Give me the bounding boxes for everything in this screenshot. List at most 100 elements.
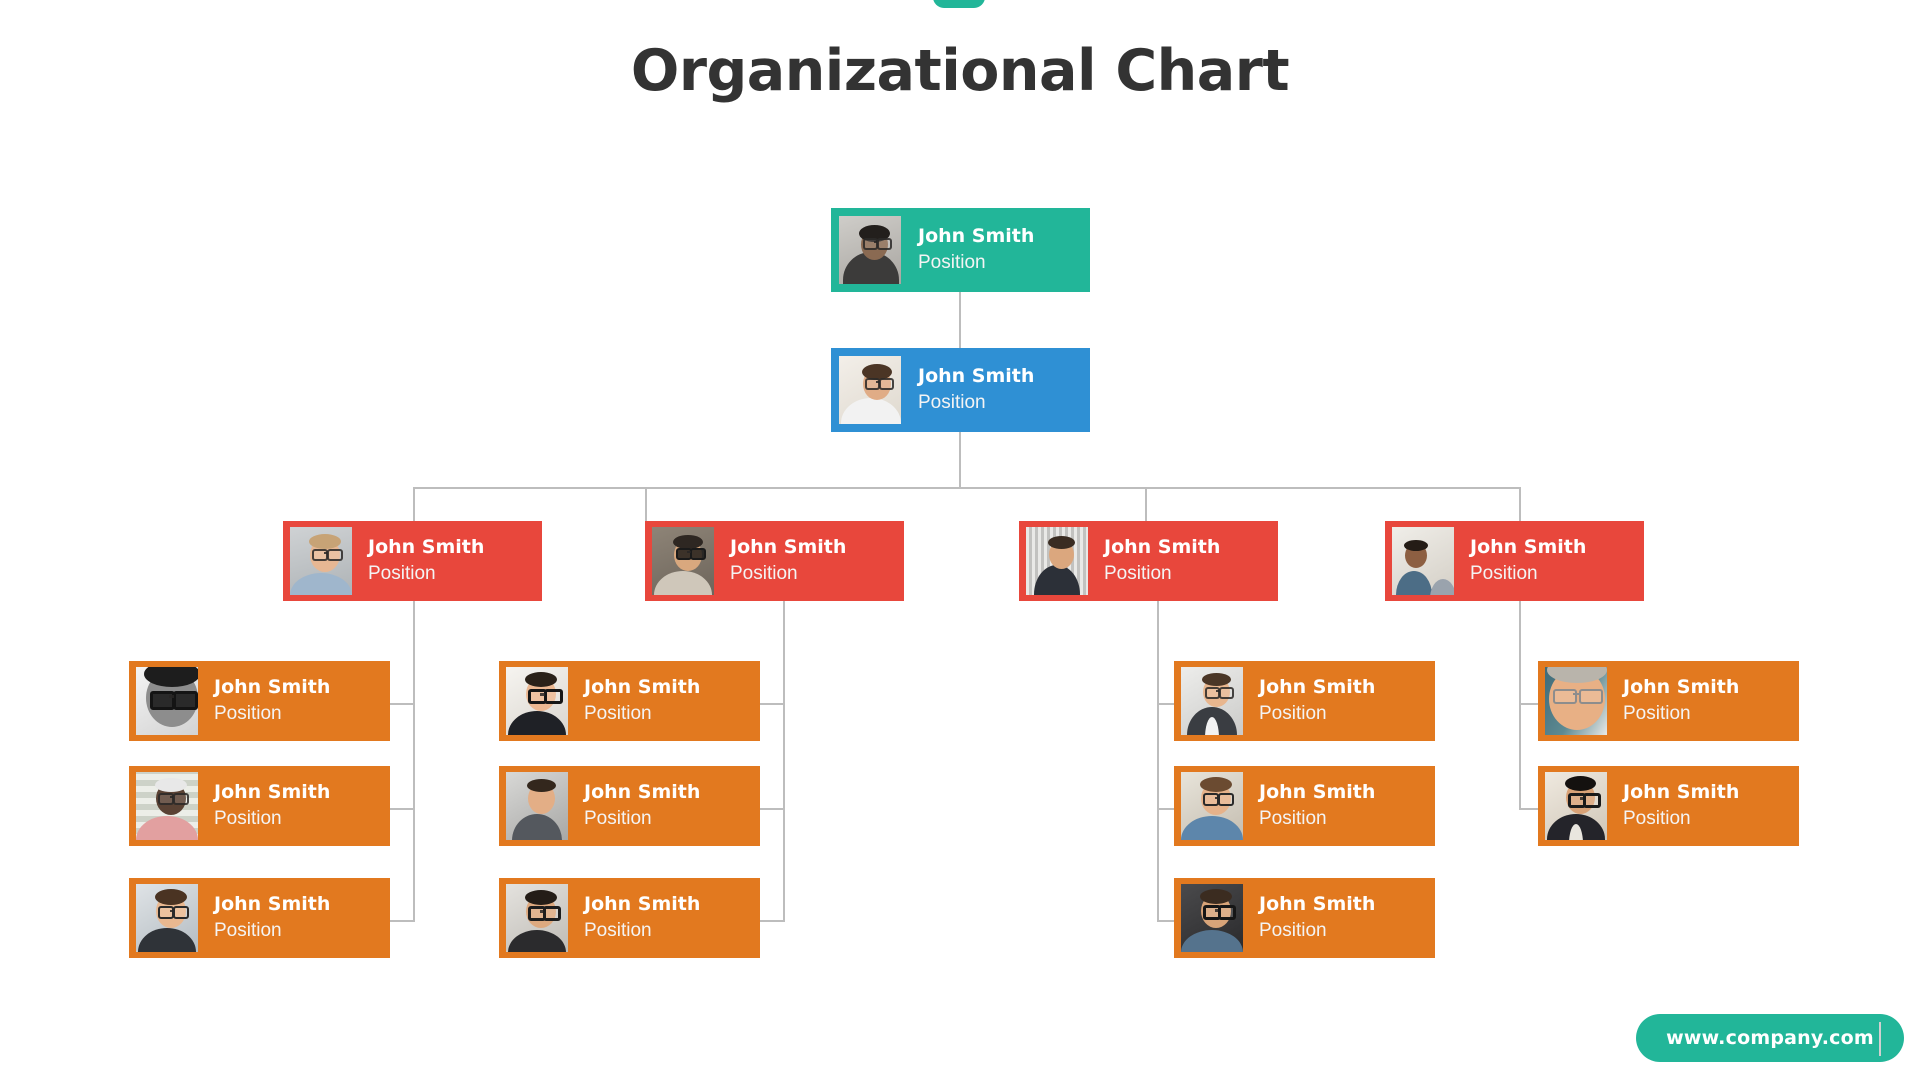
org-node-manager-1-text: John Smith Position — [352, 536, 535, 586]
org-node-staff-1-1-text: John Smith Position — [198, 676, 383, 726]
org-node-manager-1-position: Position — [368, 563, 436, 585]
avatar-staff-1-3 — [136, 884, 198, 952]
avatar-staff-2-3 — [506, 884, 568, 952]
org-node-staff-1-2-text: John Smith Position — [198, 781, 383, 831]
connector-vp-trunk — [959, 432, 961, 488]
org-node-staff-3-2[interactable]: John Smith Position — [1174, 766, 1435, 846]
org-node-staff-3-2-position: Position — [1259, 808, 1327, 830]
org-node-staff-1-3-position: Position — [214, 920, 282, 942]
connector-bus-to-manager-3 — [1145, 487, 1147, 521]
org-node-staff-2-3-position: Position — [584, 920, 652, 942]
org-node-manager-3-name: John Smith — [1104, 535, 1221, 558]
avatar-staff-2-2 — [506, 772, 568, 840]
org-node-staff-4-2-name: John Smith — [1623, 780, 1740, 803]
org-node-staff-3-2-text: John Smith Position — [1243, 781, 1428, 831]
org-node-staff-1-2-position: Position — [214, 808, 282, 830]
org-node-manager-4-name: John Smith — [1470, 535, 1587, 558]
org-node-staff-1-3-name: John Smith — [214, 892, 331, 915]
org-node-staff-2-1[interactable]: John Smith Position — [499, 661, 760, 741]
avatar-staff-1-1 — [136, 667, 198, 735]
connector-bus-to-manager-2 — [645, 487, 647, 521]
avatar-staff-4-1 — [1545, 667, 1607, 735]
org-node-staff-4-2-position: Position — [1623, 808, 1691, 830]
connector-bus-to-manager-1 — [413, 487, 415, 521]
org-node-manager-4-text: John Smith Position — [1454, 536, 1637, 586]
avatar-staff-3-3 — [1181, 884, 1243, 952]
avatar-manager-4 — [1392, 527, 1454, 595]
org-node-staff-4-1-text: John Smith Position — [1607, 676, 1792, 726]
avatar-manager-3 — [1026, 527, 1088, 595]
avatar-ceo — [839, 216, 901, 284]
org-node-staff-2-3-name: John Smith — [584, 892, 701, 915]
connector-manager-1-trunk — [413, 601, 415, 922]
connector-manager-bus — [413, 487, 1521, 489]
page-title: Organizational Chart — [630, 38, 1290, 104]
org-node-staff-4-1[interactable]: John Smith Position — [1538, 661, 1799, 741]
org-node-staff-1-2-name: John Smith — [214, 780, 331, 803]
org-node-staff-2-3-text: John Smith Position — [568, 893, 753, 943]
avatar-staff-2-1 — [506, 667, 568, 735]
connector-manager-1-stub-3 — [390, 920, 415, 922]
org-node-staff-3-1-text: John Smith Position — [1243, 676, 1428, 726]
org-node-staff-2-2[interactable]: John Smith Position — [499, 766, 760, 846]
org-node-staff-3-3-name: John Smith — [1259, 892, 1376, 915]
avatar-staff-3-2 — [1181, 772, 1243, 840]
connector-bus-to-manager-4 — [1519, 487, 1521, 521]
org-node-staff-4-2[interactable]: John Smith Position — [1538, 766, 1799, 846]
connector-ceo-to-vp — [959, 292, 961, 348]
connector-manager-2-trunk — [783, 601, 785, 922]
org-node-staff-2-2-text: John Smith Position — [568, 781, 753, 831]
org-node-staff-3-3[interactable]: John Smith Position — [1174, 878, 1435, 958]
org-node-staff-4-1-name: John Smith — [1623, 675, 1740, 698]
connector-manager-3-trunk — [1157, 601, 1159, 922]
avatar-manager-2 — [652, 527, 714, 595]
avatar-staff-4-2 — [1545, 772, 1607, 840]
org-node-staff-1-1-position: Position — [214, 703, 282, 725]
org-node-manager-3[interactable]: John Smith Position — [1019, 521, 1278, 601]
org-node-manager-2-name: John Smith — [730, 535, 847, 558]
org-node-staff-1-3-text: John Smith Position — [198, 893, 383, 943]
org-node-staff-2-3[interactable]: John Smith Position — [499, 878, 760, 958]
org-node-vp-name: John Smith — [918, 364, 1035, 387]
org-node-manager-1[interactable]: John Smith Position — [283, 521, 542, 601]
connector-manager-2-stub-2 — [760, 808, 785, 810]
connector-manager-1-stub-2 — [390, 808, 415, 810]
org-node-vp[interactable]: John Smith Position — [831, 348, 1090, 432]
org-node-manager-4[interactable]: John Smith Position — [1385, 521, 1644, 601]
org-node-ceo[interactable]: John Smith Position — [831, 208, 1090, 292]
org-node-manager-3-text: John Smith Position — [1088, 536, 1271, 586]
org-node-staff-3-1[interactable]: John Smith Position — [1174, 661, 1435, 741]
org-node-staff-3-3-text: John Smith Position — [1243, 893, 1428, 943]
connector-manager-1-stub-1 — [390, 703, 415, 705]
avatar-manager-1 — [290, 527, 352, 595]
org-node-staff-1-2[interactable]: John Smith Position — [129, 766, 390, 846]
org-node-manager-1-name: John Smith — [368, 535, 485, 558]
org-node-staff-3-2-name: John Smith — [1259, 780, 1376, 803]
org-node-staff-3-1-name: John Smith — [1259, 675, 1376, 698]
footer-url-pill[interactable]: www.company.com — [1636, 1014, 1904, 1062]
avatar-vp — [839, 356, 901, 424]
org-node-manager-3-position: Position — [1104, 563, 1172, 585]
org-node-manager-2[interactable]: John Smith Position — [645, 521, 904, 601]
org-node-staff-4-1-position: Position — [1623, 703, 1691, 725]
org-node-ceo-name: John Smith — [918, 224, 1035, 247]
connector-manager-2-stub-1 — [760, 703, 785, 705]
org-node-staff-3-1-position: Position — [1259, 703, 1327, 725]
org-node-vp-text: John Smith Position — [901, 365, 1082, 415]
org-chart-canvas: Organizational Chart John Smith Position… — [0, 0, 1920, 1080]
accent-pill — [933, 0, 985, 8]
org-node-staff-1-3[interactable]: John Smith Position — [129, 878, 390, 958]
org-node-ceo-position: Position — [918, 252, 986, 274]
org-node-vp-position: Position — [918, 392, 986, 414]
org-node-staff-3-3-position: Position — [1259, 920, 1327, 942]
org-node-staff-2-1-text: John Smith Position — [568, 676, 753, 726]
org-node-staff-2-2-position: Position — [584, 808, 652, 830]
org-node-manager-2-text: John Smith Position — [714, 536, 897, 586]
org-node-manager-4-position: Position — [1470, 563, 1538, 585]
org-node-staff-2-1-position: Position — [584, 703, 652, 725]
org-node-ceo-text: John Smith Position — [901, 225, 1082, 275]
connector-manager-2-stub-3 — [760, 920, 785, 922]
org-node-staff-1-1[interactable]: John Smith Position — [129, 661, 390, 741]
org-node-staff-1-1-name: John Smith — [214, 675, 331, 698]
org-node-staff-2-1-name: John Smith — [584, 675, 701, 698]
